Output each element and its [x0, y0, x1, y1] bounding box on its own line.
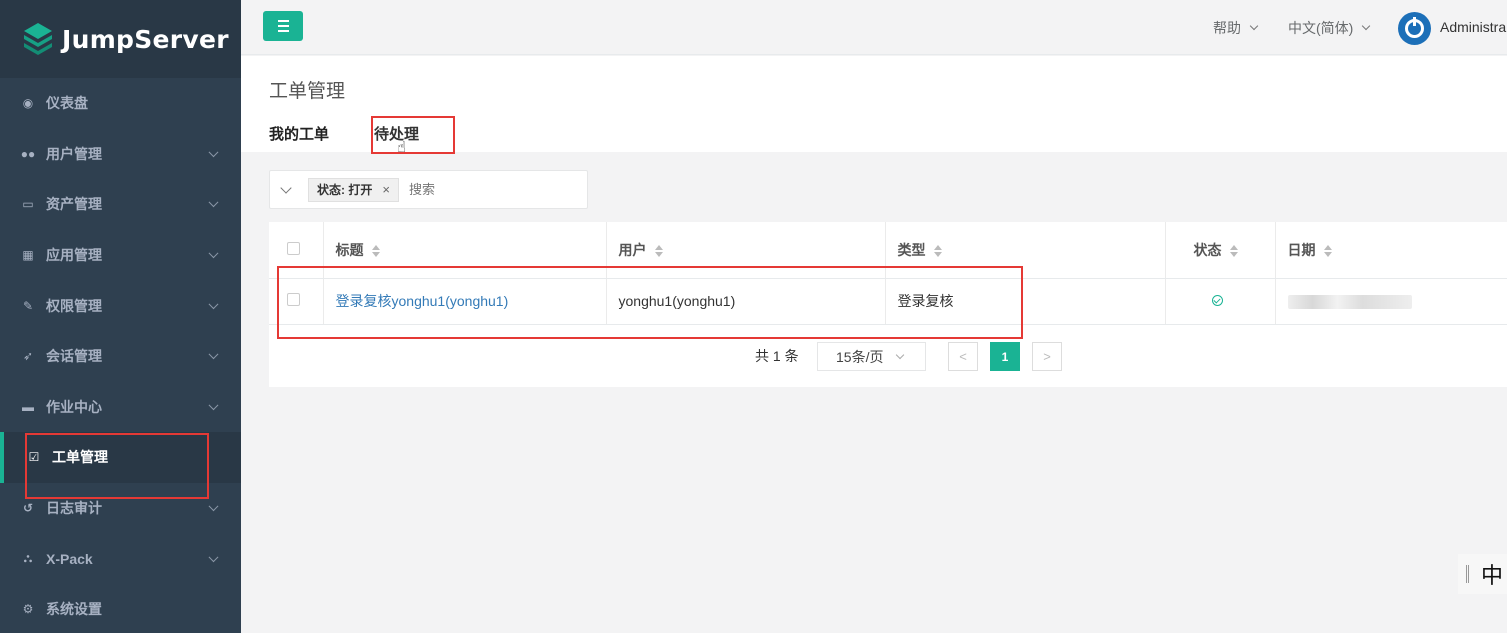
- edit-icon: ✎: [22, 298, 34, 313]
- chevron-down-icon: [208, 298, 219, 309]
- filter-tag-status: 状态: 打开 ×: [308, 177, 399, 202]
- chevron-down-icon: [208, 501, 219, 512]
- rocket-icon: ➶: [22, 349, 34, 364]
- sidebar-item-settings[interactable]: ⚙ 系统设置: [0, 584, 241, 633]
- sidebar-item-applications[interactable]: ▦ 应用管理: [0, 230, 241, 281]
- power-icon: [1405, 17, 1424, 38]
- sidebar-item-users[interactable]: ●● 用户管理: [0, 129, 241, 180]
- ime-label: 中: [1481, 563, 1504, 588]
- logo[interactable]: JumpServer: [0, 0, 241, 78]
- page-size-label: 15条/页: [836, 348, 884, 365]
- sidebar-item-permissions[interactable]: ✎ 权限管理: [0, 280, 241, 331]
- sidebar: JumpServer ◉ 仪表盘 ●● 用户管理 ▭ 资产管理 ▦ 应用管理 ✎…: [0, 0, 241, 633]
- pagination-total: 共 1 条: [755, 348, 799, 364]
- sidebar-item-label: 作业中心: [46, 398, 102, 415]
- cell-status: [1165, 278, 1276, 325]
- close-icon[interactable]: ×: [382, 182, 390, 197]
- chevron-down-icon[interactable]: [280, 181, 292, 194]
- select-all-checkbox[interactable]: [287, 241, 300, 255]
- sort-icon: [1323, 245, 1332, 258]
- highlight-box-ticket-row: [277, 266, 1023, 339]
- topbar: 帮助 中文(简体) Administra: [241, 0, 1507, 55]
- ime-handle-icon: [1466, 565, 1469, 583]
- dashboard-icon: ◉: [22, 96, 34, 111]
- history-icon: ↺: [22, 501, 34, 516]
- sort-icon: [1229, 245, 1238, 258]
- column-label: 日期: [1287, 241, 1316, 258]
- sidebar-item-label: 系统设置: [46, 601, 102, 618]
- column-label: 标题: [335, 241, 364, 258]
- column-label: 用户: [618, 241, 647, 258]
- page-1-button[interactable]: 1: [990, 342, 1020, 371]
- chevron-down-icon: [208, 197, 219, 208]
- chevron-down-icon: [208, 551, 219, 562]
- sidebar-item-label: 会话管理: [46, 348, 102, 365]
- tab-my-tickets[interactable]: 我的工单: [269, 123, 329, 144]
- gears-icon: ⚙: [22, 602, 34, 617]
- column-header-status[interactable]: 状态: [1165, 222, 1276, 279]
- chevron-down-icon: [1249, 21, 1259, 31]
- help-dropdown[interactable]: 帮助: [1213, 18, 1259, 38]
- column-header-date[interactable]: 日期: [1275, 222, 1507, 279]
- sidebar-nav: ◉ 仪表盘 ●● 用户管理 ▭ 资产管理 ▦ 应用管理 ✎ 权限管理 ➶ 会话管…: [0, 78, 241, 633]
- column-label: 类型: [897, 241, 926, 258]
- coffee-icon: ▬: [22, 399, 34, 414]
- highlight-box-sidebar-tickets: [25, 433, 209, 499]
- sidebar-item-label: 仪表盘: [46, 95, 88, 112]
- search-input[interactable]: [408, 182, 559, 197]
- sidebar-item-label: 应用管理: [46, 247, 102, 264]
- filter-bar: 状态: 打开 ×: [269, 170, 588, 209]
- prev-page-button[interactable]: <: [948, 342, 978, 371]
- sidebar-item-label: 权限管理: [46, 297, 102, 314]
- sidebar-item-label: X-Pack: [46, 550, 93, 567]
- users-icon: ●●: [20, 146, 36, 161]
- user-name[interactable]: Administra: [1440, 19, 1506, 35]
- chevron-down-icon: [208, 349, 219, 360]
- cell-date: [1275, 278, 1507, 325]
- sidebar-item-label: 日志审计: [46, 500, 102, 517]
- avatar[interactable]: [1398, 12, 1431, 45]
- page-title: 工单管理: [269, 81, 346, 102]
- sidebar-item-jobs[interactable]: ▬ 作业中心: [0, 382, 241, 433]
- sort-icon: [654, 245, 663, 258]
- sidebar-item-label: 用户管理: [46, 145, 102, 162]
- blurred-date: [1287, 295, 1412, 310]
- column-label: 状态: [1193, 241, 1222, 258]
- grid-icon: ▦: [22, 248, 34, 263]
- page-size-select[interactable]: 15条/页: [817, 342, 926, 371]
- help-label: 帮助: [1213, 20, 1241, 36]
- language-dropdown[interactable]: 中文(简体): [1288, 18, 1371, 38]
- jumpserver-logo-icon: [24, 23, 52, 55]
- sitemap-icon: ⛬: [23, 551, 33, 566]
- menu-toggle-button[interactable]: [263, 11, 303, 41]
- sidebar-item-label: 资产管理: [46, 196, 102, 213]
- highlight-box-pending-tab: [371, 116, 455, 154]
- hamburger-icon-line: [277, 25, 289, 27]
- sidebar-item-dashboard[interactable]: ◉ 仪表盘: [0, 78, 241, 129]
- chevron-down-icon: [896, 350, 905, 359]
- inbox-icon: ▭: [22, 197, 34, 212]
- language-label: 中文(简体): [1288, 20, 1354, 36]
- chevron-down-icon: [1362, 21, 1371, 31]
- app-name: JumpServer: [62, 24, 229, 54]
- chevron-down-icon: [208, 400, 219, 411]
- sort-icon: [371, 245, 380, 258]
- check-circle-icon: [1211, 295, 1223, 306]
- ime-indicator[interactable]: 中: [1458, 554, 1507, 594]
- hamburger-icon-line: [277, 30, 289, 32]
- sidebar-item-xpack[interactable]: ⛬ X-Pack: [0, 533, 241, 584]
- filter-tag-label: 状态: 打开: [317, 183, 373, 197]
- chevron-down-icon: [208, 147, 219, 158]
- hamburger-icon: [277, 20, 289, 22]
- sidebar-item-sessions[interactable]: ➶ 会话管理: [0, 331, 241, 382]
- chevron-down-icon: [208, 248, 219, 259]
- sort-icon: [933, 245, 942, 258]
- sidebar-item-assets[interactable]: ▭ 资产管理: [0, 179, 241, 230]
- next-page-button[interactable]: >: [1032, 342, 1062, 371]
